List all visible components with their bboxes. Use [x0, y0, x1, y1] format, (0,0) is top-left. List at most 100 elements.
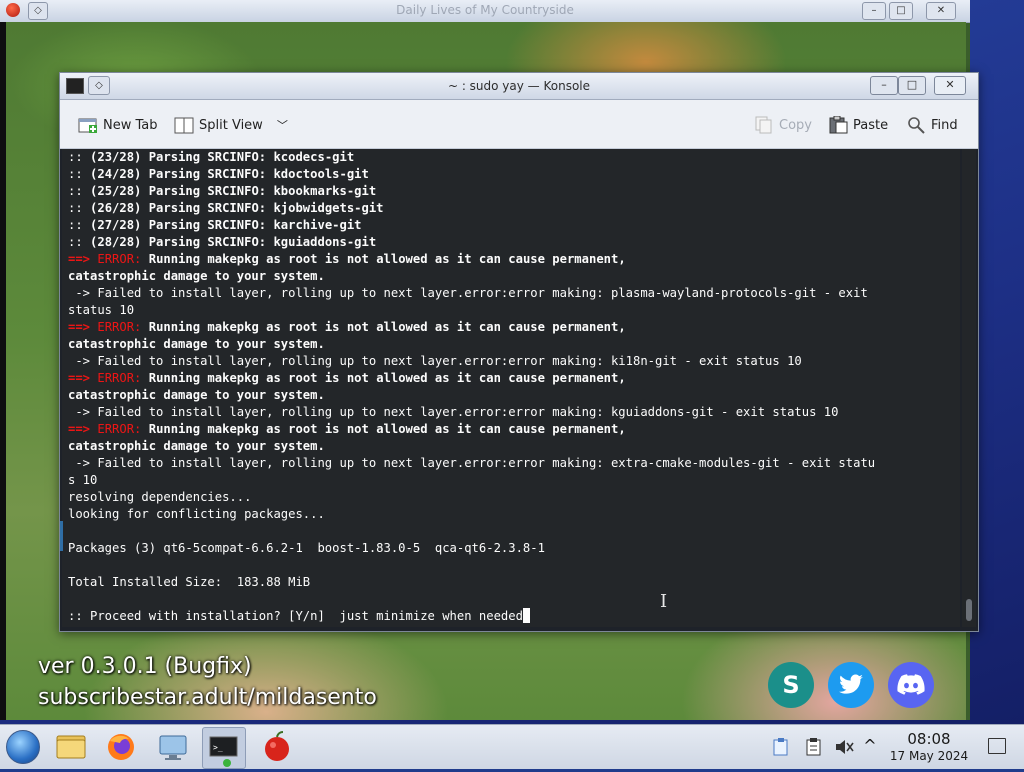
- paste-label: Paste: [853, 117, 889, 133]
- line-prefix: ::: [68, 201, 91, 215]
- terminal-line: ==> ERROR: Running makepkg as root is no…: [68, 421, 958, 438]
- konsole-app[interactable]: >_: [202, 727, 246, 769]
- minimize-button[interactable]: –: [870, 76, 898, 95]
- terminal-line: ==> ERROR: Running makepkg as root is no…: [68, 370, 958, 387]
- error-arrow: ==>: [68, 252, 98, 266]
- error-label: ERROR:: [97, 252, 149, 266]
- show-desktop-icon[interactable]: [988, 738, 1006, 754]
- system-settings-app[interactable]: [152, 727, 194, 767]
- volume-muted-icon[interactable]: [834, 737, 854, 761]
- terminal-line: -> Failed to install layer, rolling up t…: [68, 404, 958, 421]
- svg-text:>_: >_: [213, 743, 223, 752]
- paste-button[interactable]: Paste: [828, 115, 889, 134]
- line-text: (24/28) Parsing SRCINFO: kdoctools-git: [90, 167, 369, 181]
- terminal-cursor: [522, 608, 530, 623]
- line-text: looking for conflicting packages...: [68, 507, 325, 521]
- error-arrow: ==>: [68, 320, 98, 334]
- line-prefix: ::: [68, 235, 91, 249]
- line-text: (26/28) Parsing SRCINFO: kjobwidgets-git: [90, 201, 384, 215]
- terminal-line: -> Failed to install layer, rolling up t…: [68, 455, 958, 472]
- terminal-line: :: (26/28) Parsing SRCINFO: kjobwidgets-…: [68, 200, 958, 217]
- subscribestar-link: subscribestar.adult/mildasento: [38, 685, 377, 710]
- line-text: :: Proceed with installation? [Y/n] just…: [68, 609, 523, 623]
- game-window-title: Daily Lives of My Countryside: [396, 3, 574, 17]
- line-text: resolving dependencies...: [68, 490, 252, 504]
- maximize-button[interactable]: □: [889, 2, 913, 20]
- line-prefix: ::: [68, 150, 91, 164]
- terminal-line: status 10: [68, 302, 958, 319]
- terminal-line: ==> ERROR: Running makepkg as root is no…: [68, 251, 958, 268]
- line-text: Running makepkg as root is not allowed a…: [148, 422, 626, 436]
- toolbar: New Tab Split View ﹀ Copy Paste Find: [60, 100, 978, 149]
- folder-icon: [56, 735, 86, 759]
- line-text: (25/28) Parsing SRCINFO: kbookmarks-git: [90, 184, 377, 198]
- clipboard-history-icon[interactable]: [805, 737, 823, 761]
- scrollbar[interactable]: [962, 149, 976, 627]
- line-prefix: ::: [68, 218, 91, 232]
- terminal-line: :: (23/28) Parsing SRCINFO: kcodecs-git: [68, 149, 958, 166]
- terminal-icon: >_: [209, 736, 238, 767]
- terminal-line: -> Failed to install layer, rolling up t…: [68, 285, 958, 302]
- twitter-icon[interactable]: [828, 662, 874, 708]
- error-label: ERROR:: [97, 371, 149, 385]
- tray-expand-arrow[interactable]: ^: [862, 736, 878, 755]
- scroll-marker: [60, 521, 63, 551]
- line-text: catastrophic damage to your system.: [68, 337, 325, 351]
- close-button[interactable]: ✕: [934, 76, 966, 95]
- line-text: Packages (3) qt6-5compat-6.6.2-1 boost-1…: [68, 541, 545, 555]
- line-text: s 10: [68, 473, 98, 487]
- line-text: -> Failed to install layer, rolling up t…: [68, 354, 802, 368]
- line-text: Running makepkg as root is not allowed a…: [148, 252, 626, 266]
- error-label: ERROR:: [97, 320, 149, 334]
- line-text: status 10: [68, 303, 135, 317]
- terminal-lines: :: (23/28) Parsing SRCINFO: kcodecs-git:…: [68, 149, 958, 625]
- terminal-line: catastrophic damage to your system.: [68, 438, 958, 455]
- konsole-window[interactable]: ◇ ~ : sudo yay — Konsole – □ ✕ New Tab S…: [59, 72, 979, 632]
- terminal-line: -> Failed to install layer, rolling up t…: [68, 353, 958, 370]
- copy-button[interactable]: Copy: [754, 116, 812, 134]
- terminal-line: :: (27/28) Parsing SRCINFO: karchive-git: [68, 217, 958, 234]
- start-menu-icon[interactable]: [6, 730, 40, 764]
- line-text: (23/28) Parsing SRCINFO: kcodecs-git: [90, 150, 355, 164]
- split-view-button[interactable]: Split View ﹀: [174, 116, 288, 134]
- firefox-app[interactable]: [100, 727, 142, 767]
- apple-icon: [265, 731, 289, 761]
- error-arrow: ==>: [68, 371, 98, 385]
- game-app[interactable]: [256, 727, 298, 767]
- terminal-line: catastrophic damage to your system.: [68, 268, 958, 285]
- scrollbar-thumb[interactable]: [966, 599, 972, 621]
- chevron-down-icon[interactable]: ﹀: [277, 117, 288, 133]
- subscribestar-icon[interactable]: S: [768, 662, 814, 708]
- close-button[interactable]: ✕: [926, 2, 956, 20]
- terminal-line: Packages (3) qt6-5compat-6.6.2-1 boost-1…: [68, 540, 958, 557]
- clipboard-tray-icon[interactable]: [772, 737, 790, 761]
- new-tab-icon: [78, 116, 98, 134]
- minimize-button[interactable]: –: [862, 2, 886, 20]
- find-button[interactable]: Find: [906, 116, 958, 134]
- clock-time[interactable]: 08:08: [884, 730, 974, 748]
- konsole-titlebar[interactable]: ◇ ~ : sudo yay — Konsole – □ ✕: [60, 73, 978, 100]
- line-text: -> Failed to install layer, rolling up t…: [68, 286, 868, 300]
- version-text: ver 0.3.0.1 (Bugfix): [38, 654, 252, 679]
- discord-icon[interactable]: [888, 662, 934, 708]
- maximize-button[interactable]: □: [898, 76, 926, 95]
- line-text: Running makepkg as root is not allowed a…: [148, 371, 626, 385]
- error-arrow: ==>: [68, 422, 98, 436]
- game-titlebar[interactable]: ◇ Daily Lives of My Countryside – □ ✕: [0, 0, 970, 23]
- line-text: catastrophic damage to your system.: [68, 269, 325, 283]
- split-view-label: Split View: [199, 117, 263, 133]
- clock-date[interactable]: 17 May 2024: [884, 749, 974, 763]
- file-manager-app[interactable]: [50, 727, 92, 767]
- line-text: -> Failed to install layer, rolling up t…: [68, 456, 876, 470]
- new-tab-button[interactable]: New Tab: [78, 116, 158, 134]
- terminal-line: :: (25/28) Parsing SRCINFO: kbookmarks-g…: [68, 183, 958, 200]
- terminal-line: resolving dependencies...: [68, 489, 958, 506]
- line-text: -> Failed to install layer, rolling up t…: [68, 405, 839, 419]
- taskbar: >_ ^ 08:08 17 May 2024: [0, 724, 1024, 769]
- window-title: ~ : sudo yay — Konsole: [447, 79, 591, 93]
- terminal-output[interactable]: :: (23/28) Parsing SRCINFO: kcodecs-git:…: [62, 149, 960, 627]
- terminal-line: s 10: [68, 472, 958, 489]
- split-view-icon: [174, 116, 194, 134]
